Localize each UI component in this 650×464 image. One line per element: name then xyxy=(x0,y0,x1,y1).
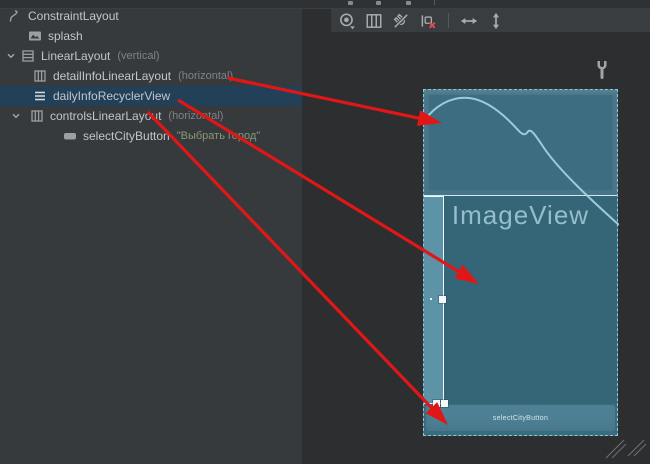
toolbar-separator xyxy=(448,13,449,28)
tree-item-label: dailyInfoRecyclerView xyxy=(53,89,170,103)
tree-item-dailyinforecyclerview[interactable]: dailyInfoRecyclerView xyxy=(0,86,302,106)
chevron-down-icon[interactable] xyxy=(5,50,17,62)
device-preview[interactable]: ImageView selectCityButton xyxy=(423,89,618,436)
linearlayout-horizontal-icon xyxy=(33,69,47,83)
column-guides-icon[interactable] xyxy=(365,12,383,30)
icon-fragment xyxy=(348,1,353,5)
wrench-icon[interactable] xyxy=(596,60,608,80)
view-options-eye-icon[interactable] xyxy=(338,12,356,30)
tree-item-suffix: (vertical) xyxy=(117,50,159,62)
tree-item-label: splash xyxy=(48,29,83,43)
tree-item-controlslinearlayout[interactable]: controlsLinearLayout (horizontal) xyxy=(0,106,302,126)
component-tree-panel: ConstraintLayout splash LinearLayout (ve… xyxy=(0,0,302,464)
constraintlayout-icon xyxy=(8,9,22,23)
clear-constraints-icon[interactable] xyxy=(419,12,437,30)
tree-item-label: controlsLinearLayout xyxy=(50,109,161,123)
icon-fragment xyxy=(376,1,381,5)
linearlayout-horizontal-icon xyxy=(30,109,44,123)
tree-item-label: selectCityButton xyxy=(83,129,170,143)
tree-item-splash[interactable]: splash xyxy=(0,26,302,46)
design-surface: ImageView selectCityButton xyxy=(302,0,650,464)
design-toolbar xyxy=(330,8,650,32)
tree-item-linearlayout[interactable]: LinearLayout (vertical) xyxy=(0,46,302,66)
vertical-resize-icon[interactable] xyxy=(487,12,505,30)
selection-handle-mid-right[interactable] xyxy=(439,296,446,303)
top-toolbar-fragment-strip xyxy=(0,0,650,9)
tree-item-label: detailInfoLinearLayout xyxy=(53,69,171,83)
layout-editor-window: ConstraintLayout splash LinearLayout (ve… xyxy=(0,0,650,464)
tree-item-selectcitybutton[interactable]: selectCityButton "Выбрать город" xyxy=(0,126,302,146)
tree-item-suffix: (horizontal) xyxy=(168,110,223,122)
detail-info-section[interactable] xyxy=(424,90,617,196)
selection-handle-bottom-left[interactable] xyxy=(433,400,440,407)
resize-grip-icon[interactable] xyxy=(604,436,648,464)
chevron-down-icon[interactable] xyxy=(10,110,22,122)
tree-item-detailinfolinearlayout[interactable]: detailInfoLinearLayout (horizontal) xyxy=(0,66,302,86)
image-icon xyxy=(28,29,42,43)
autoconnect-off-magnet-icon[interactable] xyxy=(392,12,410,30)
select-city-button-preview-label: selectCityButton xyxy=(493,415,548,422)
selection-dot xyxy=(430,298,432,300)
tree-item-constraintlayout[interactable]: ConstraintLayout xyxy=(0,6,302,26)
tree-item-value: "Выбрать город" xyxy=(177,130,260,142)
button-icon xyxy=(63,129,77,143)
linearlayout-vertical-icon xyxy=(21,49,35,63)
icon-fragment xyxy=(406,1,411,5)
tree-item-label: ConstraintLayout xyxy=(28,9,119,23)
separator-fragment xyxy=(434,0,435,5)
tree-item-suffix: (horizontal) xyxy=(178,70,233,82)
tree-item-label: LinearLayout xyxy=(41,49,110,63)
recyclerview-list-icon xyxy=(33,89,47,103)
selection-handle-bottom-right[interactable] xyxy=(441,400,448,407)
horizontal-resize-icon[interactable] xyxy=(460,12,478,30)
imageview-label: ImageView xyxy=(424,200,617,231)
select-city-button-preview[interactable]: selectCityButton xyxy=(426,405,615,431)
